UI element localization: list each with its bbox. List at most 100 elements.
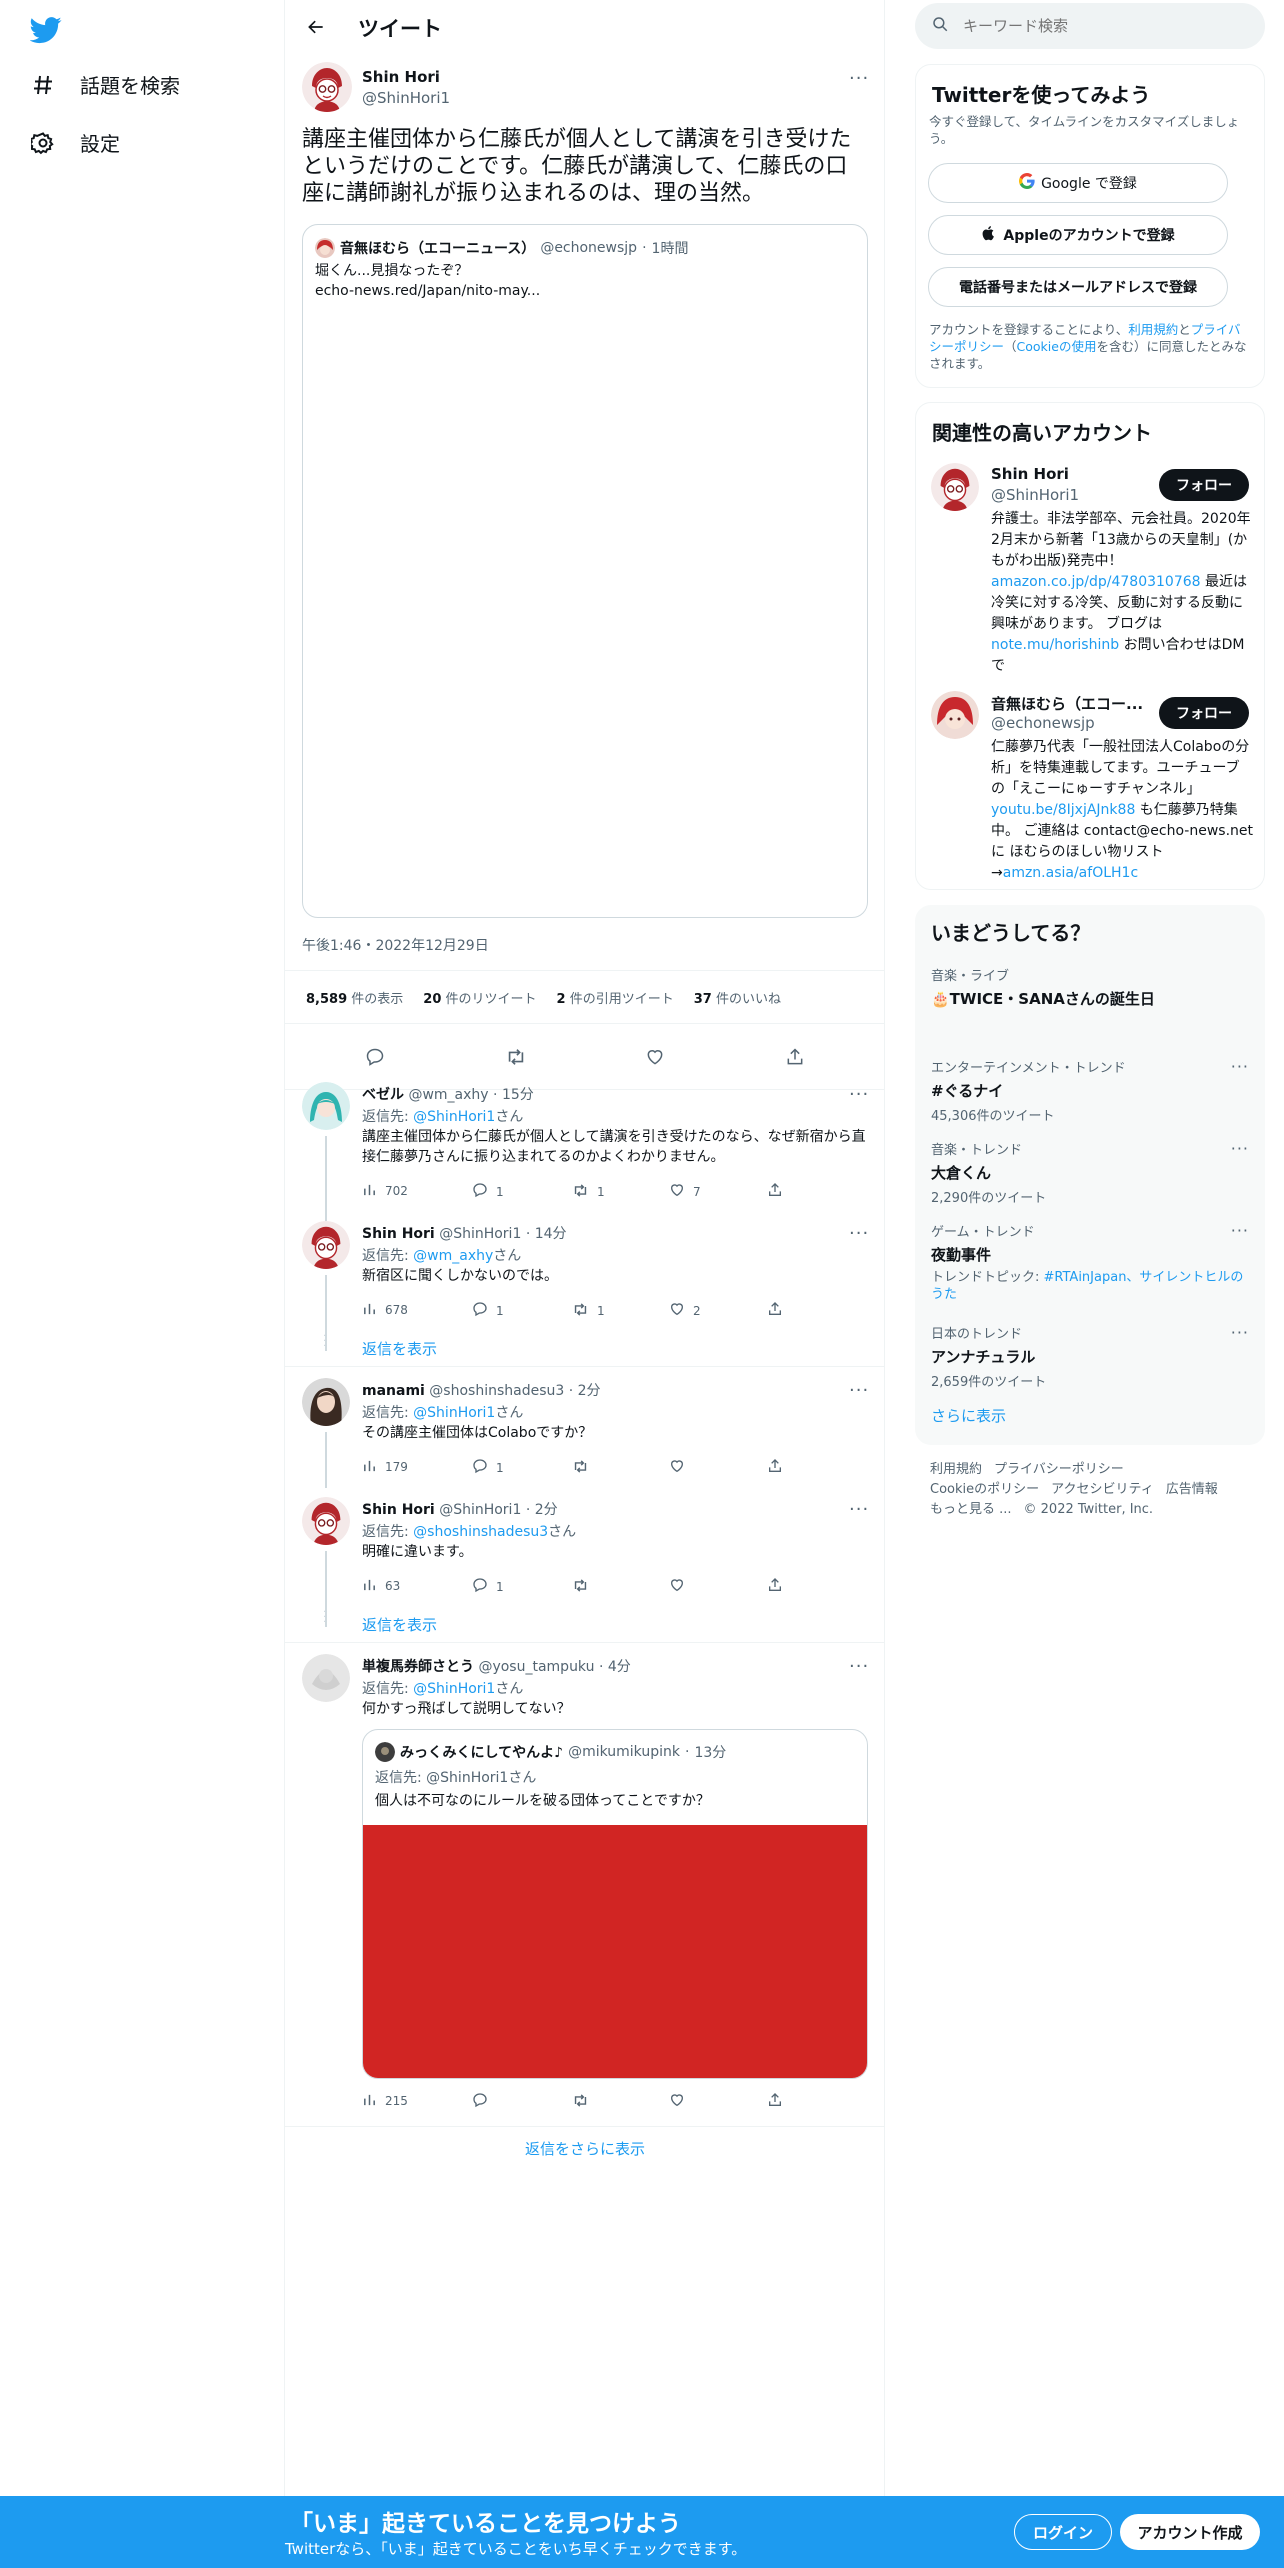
reply-author-handle[interactable]: @wm_axhy <box>408 1087 488 1103</box>
share-button[interactable] <box>767 1301 783 1320</box>
login-button[interactable]: ログイン <box>1014 2514 1112 2550</box>
reply-avatar[interactable] <box>302 1082 350 1130</box>
reply-to-link[interactable]: @ShinHori1 <box>413 1405 495 1421</box>
share-button[interactable] <box>767 2092 783 2111</box>
quote-tweet-card[interactable]: 音無ほむら（エコーニュース） @echonewsjp · 1時間 堀くん...見… <box>302 224 868 918</box>
show-replies-link[interactable]: 返信を表示 <box>362 1338 437 1359</box>
account-avatar[interactable] <box>931 691 979 739</box>
views-stat[interactable]: 8,589 件の表示 <box>306 988 403 1007</box>
like-button[interactable]: 2 <box>669 1301 701 1320</box>
reply-author-handle[interactable]: @shoshinshadesu3 <box>429 1383 564 1399</box>
back-arrow-icon[interactable] <box>299 12 333 42</box>
follow-button[interactable]: フォロー <box>1159 697 1249 729</box>
trend-item[interactable]: エンターテインメント・トレンド #ぐるナイ 45,306件のツイート ··· <box>931 1057 1249 1124</box>
more-options-icon[interactable]: ··· <box>1231 1221 1249 1240</box>
retweet-button[interactable] <box>572 1458 589 1478</box>
more-options-icon[interactable]: ··· <box>849 70 869 88</box>
reply-author-name[interactable]: Shin Hori <box>362 1226 435 1242</box>
footer-terms-link[interactable]: 利用規約 <box>930 1462 982 1477</box>
reply-author-name[interactable]: manami <box>362 1383 425 1399</box>
quote-link[interactable]: echo-news.red/Japan/nito-may... <box>315 281 540 301</box>
terms-link[interactable]: 利用規約 <box>1128 322 1178 337</box>
cookie-link[interactable]: Cookieの使用 <box>1017 339 1097 354</box>
bio-link[interactable]: amazon.co.jp/dp/4780310768 <box>991 574 1201 590</box>
reply-to-link[interactable]: @ShinHori1 <box>413 1109 495 1125</box>
apple-signup-button[interactable]: Appleのアカウントで登録 <box>928 215 1228 255</box>
account-avatar[interactable] <box>931 463 979 511</box>
create-account-button[interactable]: アカウント作成 <box>1120 2514 1260 2550</box>
google-signup-button[interactable]: Google で登録 <box>928 163 1228 203</box>
retweet-button[interactable]: 1 <box>572 1182 605 1202</box>
more-options-icon[interactable]: ··· <box>849 1225 869 1243</box>
footer-privacy-link[interactable]: プライバシーポリシー <box>994 1462 1124 1477</box>
more-options-icon[interactable]: ··· <box>1231 1139 1249 1158</box>
embed-media-image[interactable] <box>363 1825 867 2078</box>
search-box[interactable] <box>915 3 1265 49</box>
views-button[interactable]: 678 <box>362 1301 408 1319</box>
reply-button[interactable]: 1 <box>472 1182 504 1201</box>
phone-email-signup-button[interactable]: 電話番号またはメールアドレスで登録 <box>928 267 1228 307</box>
reply-avatar[interactable] <box>302 1497 350 1545</box>
footer-cookie-link[interactable]: Cookieのポリシー <box>930 1482 1039 1497</box>
reply-to-link[interactable]: @shoshinshadesu3 <box>413 1524 548 1540</box>
reply-avatar[interactable] <box>302 1221 350 1269</box>
embedded-quote-card[interactable]: みっくみくにしてやんよ♪ @mikumikupink · 13分 返信先: @S… <box>362 1729 868 2079</box>
show-replies-link[interactable]: 返信を表示 <box>362 1614 437 1635</box>
twitter-logo-icon[interactable] <box>29 14 66 50</box>
trend-item[interactable]: 音楽・ライブ 🎂TWICE・SANAさんの誕生日 <box>931 965 1249 1009</box>
trend-item[interactable]: 音楽・トレンド 大倉くん 2,290件のツイート ··· <box>931 1139 1249 1206</box>
reply-time[interactable]: 4分 <box>608 1659 631 1675</box>
more-options-icon[interactable]: ··· <box>849 1086 869 1104</box>
bio-link[interactable]: amzn.asia/afOLH1c <box>1003 865 1138 881</box>
footer-more-link[interactable]: もっと見る ... <box>930 1502 1012 1517</box>
reply-icon[interactable] <box>362 1044 388 1070</box>
retweet-button[interactable]: 1 <box>572 1301 605 1321</box>
reply-author-handle[interactable]: @ShinHori1 <box>439 1502 521 1518</box>
nav-settings[interactable]: 設定 <box>30 128 120 157</box>
reply-time[interactable]: 14分 <box>535 1226 567 1242</box>
reply-button[interactable]: 1 <box>472 1577 504 1596</box>
views-button[interactable]: 215 <box>362 2092 408 2110</box>
trend-item[interactable]: 日本のトレンド アンナチュラル 2,659件のツイート ··· <box>931 1323 1249 1390</box>
search-input[interactable] <box>963 17 1233 35</box>
share-button[interactable] <box>767 1182 783 1201</box>
footer-accessibility-link[interactable]: アクセシビリティ <box>1051 1482 1154 1497</box>
account-name[interactable]: 音無ほむら（エコー... <box>991 693 1143 714</box>
author-avatar[interactable] <box>302 62 352 112</box>
share-button[interactable] <box>767 1577 783 1596</box>
nav-explore[interactable]: 話題を検索 <box>30 70 180 99</box>
retweet-button[interactable] <box>572 1577 589 1597</box>
reply-time[interactable]: 2分 <box>535 1502 558 1518</box>
more-options-icon[interactable]: ··· <box>849 1382 869 1400</box>
retweet-icon[interactable] <box>503 1044 529 1070</box>
like-button[interactable]: 7 <box>669 1182 701 1201</box>
tweet-timestamp[interactable]: 午後1:46・2022年12月29日 <box>302 935 489 955</box>
reply-button[interactable]: 1 <box>472 1458 504 1477</box>
trend-item[interactable]: ゲーム・トレンド 夜勤事件 トレンドトピック: #RTAinJapan、サイレン… <box>931 1221 1249 1303</box>
like-button[interactable] <box>669 1458 685 1477</box>
more-options-icon[interactable]: ··· <box>849 1658 869 1676</box>
reply-author-name[interactable]: ベゼル <box>362 1087 404 1103</box>
reply-author-name[interactable]: 単複馬券師さとう <box>362 1659 474 1675</box>
views-button[interactable]: 702 <box>362 1182 408 1200</box>
more-options-icon[interactable]: ··· <box>849 1501 869 1519</box>
views-button[interactable]: 179 <box>362 1458 408 1476</box>
reply-author-name[interactable]: Shin Hori <box>362 1502 435 1518</box>
like-icon[interactable] <box>642 1044 668 1070</box>
reply-to-link[interactable]: @wm_axhy <box>413 1248 493 1264</box>
reply-avatar[interactable] <box>302 1378 350 1426</box>
reply-time[interactable]: 2分 <box>578 1383 601 1399</box>
footer-ads-link[interactable]: 広告情報 <box>1166 1482 1218 1497</box>
reply-to-link[interactable]: @ShinHori1 <box>413 1681 495 1697</box>
like-button[interactable] <box>669 1577 685 1596</box>
reply-button[interactable] <box>472 2092 488 2111</box>
share-icon[interactable] <box>782 1044 808 1070</box>
account-name[interactable]: Shin Hori <box>991 465 1069 483</box>
reply-author-handle[interactable]: @yosu_tampuku <box>478 1659 594 1675</box>
like-button[interactable] <box>669 2092 685 2111</box>
author-name[interactable]: Shin Hori <box>362 68 440 86</box>
author-handle[interactable]: @ShinHori1 <box>362 89 450 107</box>
likes-stat[interactable]: 37 件のいいね <box>694 988 781 1007</box>
share-button[interactable] <box>767 1458 783 1477</box>
reply-time[interactable]: 15分 <box>502 1087 534 1103</box>
